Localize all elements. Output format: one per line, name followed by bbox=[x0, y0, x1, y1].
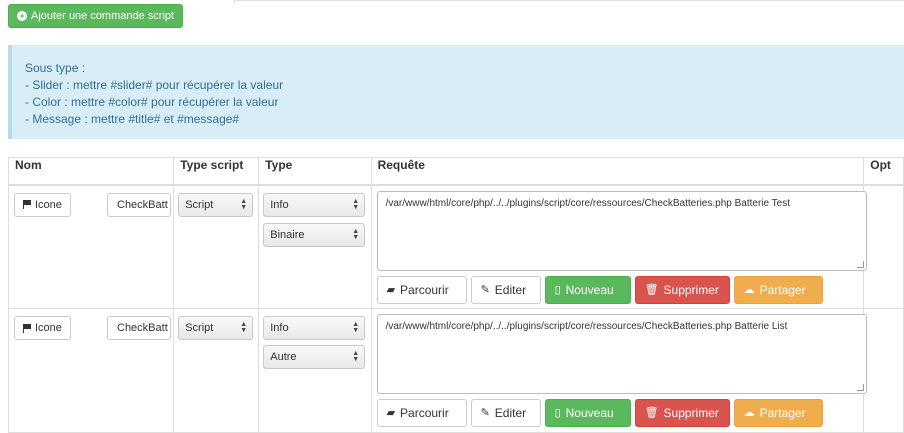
commands-table: Nom Type script Type Requête Opt Icone C… bbox=[7, 157, 904, 433]
delete-button[interactable]: 🗑 Supprimer bbox=[634, 275, 730, 304]
edit-label: Editer bbox=[494, 406, 527, 420]
subtype-info-alert: Sous type : - Slider : mettre #slider# p… bbox=[8, 45, 904, 139]
folder-open-icon: ▰ bbox=[386, 407, 396, 419]
flag-icon bbox=[23, 323, 32, 333]
subtype-select[interactable]: Autre ▲ ▼ bbox=[263, 345, 366, 369]
add-script-command-button[interactable]: + Ajouter une commande script bbox=[8, 4, 184, 28]
select-arrows-icon: ▲ ▼ bbox=[240, 197, 248, 211]
info-line: Sous type : bbox=[25, 61, 86, 75]
table-header-row: Nom Type script Type Requête Opt bbox=[7, 157, 904, 186]
table-row: Icone CheckBatt Script ▲ ▼ Info ▲ ▼ bbox=[7, 184, 904, 309]
new-label: Nouveau bbox=[565, 406, 614, 420]
info-line: - Message : mettre #title# et #message# bbox=[25, 112, 240, 126]
request-actions: ▰ Parcourir ✎ Editer ▯ Nouveau 🗑 Supprim… bbox=[376, 275, 823, 304]
type-script-cell: Script ▲ ▼ bbox=[173, 184, 260, 309]
add-script-command-label: Ajouter une commande script bbox=[31, 10, 175, 22]
type-select[interactable]: Info ▲ ▼ bbox=[263, 316, 366, 340]
browse-label: Parcourir bbox=[400, 406, 449, 420]
new-button[interactable]: ▯ Nouveau bbox=[544, 275, 631, 304]
request-cell: /var/www/html/core/php/../../plugins/scr… bbox=[370, 184, 867, 309]
share-label: Partager bbox=[759, 406, 806, 420]
browse-button[interactable]: ▰ Parcourir bbox=[376, 275, 467, 304]
select-arrows-icon: ▲ ▼ bbox=[240, 321, 248, 334]
choose-icon-button[interactable]: Icone bbox=[14, 316, 71, 340]
options-cell bbox=[863, 308, 904, 433]
command-name-input[interactable]: CheckBatt bbox=[107, 192, 171, 217]
info-line: - Color : mettre #color# pour récupérer … bbox=[25, 95, 279, 109]
request-text: /var/www/html/core/php/../../plugins/scr… bbox=[385, 197, 790, 209]
table-row: Icone CheckBatt Script ▲ ▼ Info ▲ ▼ bbox=[7, 308, 904, 433]
trash-icon: 🗑 bbox=[644, 407, 659, 419]
select-arrows-icon: ▲ ▼ bbox=[352, 227, 360, 241]
command-name-input[interactable]: CheckBatt bbox=[107, 316, 171, 340]
flag-icon bbox=[23, 200, 32, 209]
request-textarea[interactable]: /var/www/html/core/php/../../plugins/scr… bbox=[376, 314, 867, 394]
choose-icon-button[interactable]: Icone bbox=[14, 192, 71, 217]
new-label: Nouveau bbox=[565, 282, 614, 297]
header-requete: Requête bbox=[370, 157, 865, 186]
file-icon: ▯ bbox=[554, 407, 561, 419]
browse-label: Parcourir bbox=[400, 282, 449, 297]
info-line: - Slider : mettre #slider# pour récupére… bbox=[25, 78, 284, 92]
edit-icon: ✎ bbox=[480, 283, 490, 296]
type-script-select[interactable]: Script ▲ ▼ bbox=[178, 316, 254, 340]
resize-grip-icon[interactable] bbox=[856, 260, 864, 268]
browse-button[interactable]: ▰ Parcourir bbox=[376, 399, 467, 427]
header-options: Opt bbox=[863, 157, 904, 186]
nom-cell: Icone CheckBatt bbox=[7, 308, 175, 433]
subtype-value: Binaire bbox=[270, 228, 305, 241]
edit-button[interactable]: ✎ Editer bbox=[470, 275, 541, 304]
edit-label: Editer bbox=[494, 282, 527, 297]
select-arrows-icon: ▲ ▼ bbox=[352, 350, 360, 363]
type-select[interactable]: Info ▲ ▼ bbox=[263, 192, 366, 217]
edit-button[interactable]: ✎ Editer bbox=[470, 399, 541, 427]
share-label: Partager bbox=[759, 282, 806, 297]
header-type-script: Type script bbox=[173, 157, 260, 186]
delete-label: Supprimer bbox=[663, 282, 719, 297]
type-script-cell: Script ▲ ▼ bbox=[173, 308, 260, 433]
delete-label: Supprimer bbox=[663, 406, 719, 420]
nom-cell: Icone CheckBatt bbox=[7, 184, 175, 309]
new-button[interactable]: ▯ Nouveau bbox=[544, 399, 631, 427]
options-cell bbox=[863, 184, 904, 309]
type-value: Info bbox=[270, 322, 289, 334]
folder-open-icon: ▰ bbox=[386, 283, 396, 296]
select-arrows-icon: ▲ ▼ bbox=[352, 321, 360, 334]
type-value: Info bbox=[270, 198, 289, 211]
type-script-value: Script bbox=[185, 198, 214, 211]
top-border bbox=[234, 0, 904, 4]
cloud-upload-icon: ☁ bbox=[743, 283, 755, 296]
trash-icon: 🗑 bbox=[644, 283, 659, 296]
request-actions: ▰ Parcourir ✎ Editer ▯ Nouveau 🗑 Supprim… bbox=[376, 399, 823, 427]
subtype-value: Autre bbox=[270, 351, 297, 363]
choose-icon-label: Icone bbox=[35, 322, 62, 334]
type-script-select[interactable]: Script ▲ ▼ bbox=[178, 192, 254, 217]
header-type: Type bbox=[258, 157, 372, 186]
header-nom: Nom bbox=[7, 157, 175, 186]
share-button[interactable]: ☁ Partager bbox=[733, 275, 823, 304]
file-icon: ▯ bbox=[554, 283, 561, 296]
request-cell: /var/www/html/core/php/../../plugins/scr… bbox=[370, 308, 867, 433]
type-script-value: Script bbox=[185, 322, 214, 334]
plus-circle-icon: + bbox=[17, 11, 27, 21]
select-arrows-icon: ▲ ▼ bbox=[352, 197, 360, 211]
delete-button[interactable]: 🗑 Supprimer bbox=[634, 399, 730, 427]
request-textarea[interactable]: /var/www/html/core/php/../../plugins/scr… bbox=[376, 190, 867, 271]
cloud-upload-icon: ☁ bbox=[743, 407, 755, 419]
subtype-select[interactable]: Binaire ▲ ▼ bbox=[263, 222, 366, 247]
choose-icon-label: Icone bbox=[35, 198, 62, 211]
type-cell: Info ▲ ▼ Autre ▲ ▼ bbox=[258, 308, 372, 433]
edit-icon: ✎ bbox=[480, 407, 490, 419]
request-text: /var/www/html/core/php/../../plugins/scr… bbox=[385, 321, 788, 332]
share-button[interactable]: ☁ Partager bbox=[733, 399, 823, 427]
resize-grip-icon[interactable] bbox=[856, 384, 864, 391]
type-cell: Info ▲ ▼ Binaire ▲ ▼ bbox=[258, 184, 372, 309]
